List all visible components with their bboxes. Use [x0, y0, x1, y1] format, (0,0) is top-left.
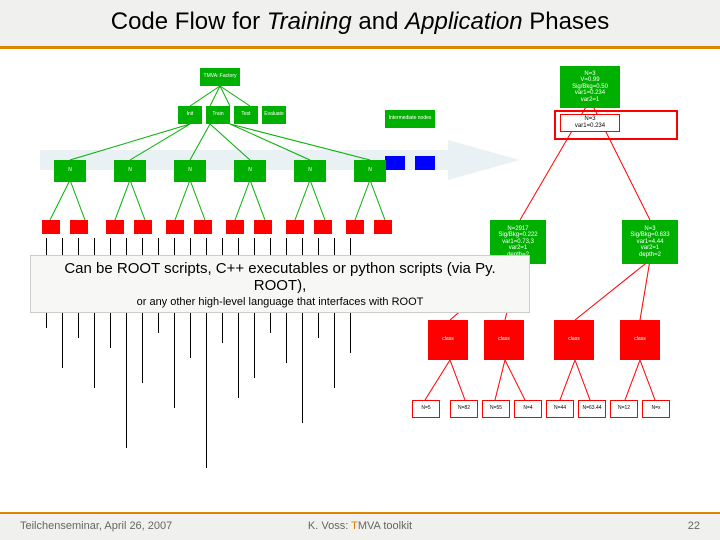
- leaf-node: [226, 220, 244, 234]
- leaf-node: [70, 220, 88, 234]
- leaf-box: N=4: [514, 400, 542, 418]
- red-node: class: [554, 320, 594, 360]
- footer-bar: Teilchenseminar, April 26, 2007 K. Voss:…: [0, 512, 720, 540]
- tree-node: N: [234, 160, 266, 182]
- footer-center-post: MVA toolkit: [358, 520, 412, 532]
- title-em1: Training: [267, 8, 352, 35]
- leaf-node: [166, 220, 184, 234]
- leaf-box: N=55: [482, 400, 510, 418]
- node-train: Train: [206, 106, 230, 124]
- red-node: class: [620, 320, 660, 360]
- slide-title: Code Flow for Training and Application P…: [0, 8, 720, 36]
- node-blue-l: [385, 156, 405, 170]
- leaf-node: [346, 220, 364, 234]
- background-arrow: [40, 140, 520, 180]
- leaf-box: N=x: [642, 400, 670, 418]
- leaf-node: [134, 220, 152, 234]
- tree-node: N: [354, 160, 386, 182]
- node-m2: N=3 Sig/Bkg=0.633 var1=4.44 var2=1 depth…: [622, 220, 678, 264]
- note-line2: or any other high-level language that in…: [39, 296, 521, 308]
- leaf-node: [374, 220, 392, 234]
- title-post: Phases: [523, 8, 610, 35]
- leaf-node: [254, 220, 272, 234]
- node-test: Test: [234, 106, 258, 124]
- leaf-box: N=44: [546, 400, 574, 418]
- node-factory: TMVA::Factory: [200, 68, 240, 86]
- reader-root: N=3 V=0.99 Sig/Bkg=0.50 var1=0.234 var2=…: [560, 66, 620, 108]
- note-line1: Can be ROOT scripts, C++ executables or …: [39, 260, 521, 294]
- label-intermediate: Intermediate nodes: [385, 110, 435, 128]
- footer-center: K. Voss: TMVA toolkit: [0, 520, 720, 532]
- red-node: class: [428, 320, 468, 360]
- title-pre: Code Flow for: [111, 8, 267, 35]
- leaf-node: [42, 220, 60, 234]
- leaf-node: [314, 220, 332, 234]
- leaf-box: N=82: [450, 400, 478, 418]
- title-mid: and: [352, 8, 405, 35]
- leaf-node: [106, 220, 124, 234]
- note-box: Can be ROOT scripts, C++ executables or …: [30, 255, 530, 313]
- leaf-box: N=63.44: [578, 400, 606, 418]
- diagram-canvas: TMVA::Factory Init Train Test Evaluate I…: [30, 60, 690, 480]
- footer-t: T: [351, 520, 358, 532]
- red-node: class: [484, 320, 524, 360]
- leaf-node: [194, 220, 212, 234]
- node-eval: Evaluate: [262, 106, 286, 124]
- footer-page-number: 22: [688, 520, 700, 532]
- footer-center-pre: K. Voss:: [308, 520, 351, 532]
- tree-node: N: [114, 160, 146, 182]
- highlight-frame: [554, 110, 678, 140]
- node-init: Init: [178, 106, 202, 124]
- leaf-box: N=12: [610, 400, 638, 418]
- leaf-node: [286, 220, 304, 234]
- leaf-box: N=5: [412, 400, 440, 418]
- tree-node: N: [54, 160, 86, 182]
- title-em2: Application: [405, 8, 522, 35]
- node-blue-r: [415, 156, 435, 170]
- tree-node: N: [294, 160, 326, 182]
- tree-node: N: [174, 160, 206, 182]
